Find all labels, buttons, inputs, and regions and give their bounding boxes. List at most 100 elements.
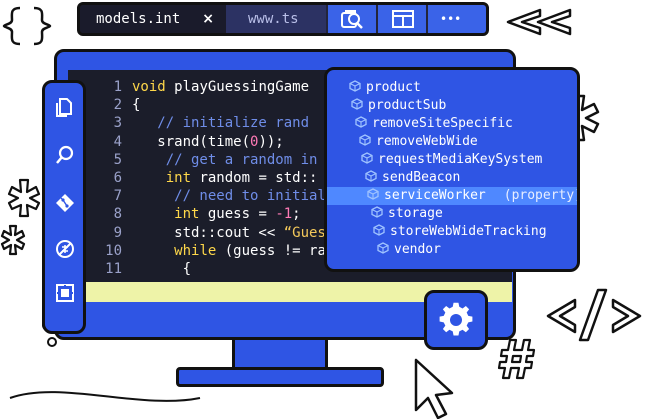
line-number: 1	[113, 79, 122, 95]
layout-button[interactable]	[376, 5, 426, 33]
search-replace-button[interactable]	[326, 5, 376, 33]
search-icon[interactable]	[55, 145, 75, 165]
cube-icon	[355, 116, 367, 128]
code-line: 10 while (guess != ra	[96, 242, 326, 260]
suggestion-label: requestMediaKeySystem	[378, 152, 543, 167]
cube-icon	[349, 80, 361, 92]
code-token: “Gues	[283, 224, 326, 241]
code-line: 6 int random = std::	[96, 169, 326, 187]
line-number: 2	[113, 97, 122, 114]
code-token: -1	[275, 206, 293, 223]
extensions-icon[interactable]	[55, 283, 75, 303]
suggestion-label: storage	[388, 206, 443, 221]
code-token: // get a random in	[132, 151, 318, 168]
suggestion-item[interactable]: sendBeacon	[327, 169, 577, 187]
cube-icon	[351, 98, 363, 110]
cube-icon	[367, 188, 379, 200]
cube-icon	[373, 224, 385, 236]
code-line: 8 int guess = -1;	[96, 205, 326, 223]
code-editor[interactable]: 1 void playGuessingGame 2{3 // initialize …	[96, 78, 326, 278]
code-token: guess =	[199, 206, 276, 223]
search-replace-icon	[341, 10, 363, 29]
chevrons-doodle	[506, 8, 572, 36]
code-token: while	[174, 242, 217, 259]
code-tag-doodle	[546, 288, 642, 342]
code-token: {	[132, 97, 141, 114]
code-line: 2{	[96, 96, 326, 114]
tab-label: models.int	[96, 11, 181, 27]
suggestion-label: storeWebWideTracking	[390, 224, 547, 239]
tab-bar: models.int × www.ts •••	[77, 2, 489, 36]
monitor-base	[176, 367, 384, 387]
line-number: 3	[113, 115, 122, 132]
asterisk-doodle-left	[0, 178, 41, 256]
code-line: 3 // initialize rand	[96, 114, 326, 132]
code-token: ));	[258, 133, 284, 150]
suggestion-item[interactable]: storeWebWideTracking	[327, 223, 577, 241]
cube-icon	[377, 242, 389, 254]
activity-bar	[42, 80, 86, 334]
suggestion-item[interactable]: product	[327, 79, 577, 97]
close-icon[interactable]: ×	[202, 5, 214, 33]
braces-doodle	[2, 6, 52, 46]
tab-label: www.ts	[248, 11, 299, 27]
suggestion-item[interactable]: removeSiteSpecific	[327, 115, 577, 133]
squiggle-doodle	[9, 391, 201, 402]
code-token: {	[132, 261, 192, 278]
tab-models-int[interactable]: models.int ×	[80, 5, 226, 33]
code-token: int	[174, 206, 200, 223]
line-number: 5	[113, 151, 122, 168]
suggestion-label: removeWebWide	[376, 134, 478, 149]
code-token: ;	[292, 206, 301, 223]
line-number: 10	[105, 242, 122, 259]
line-number: 4	[113, 133, 122, 150]
line-number: 11	[105, 261, 122, 278]
code-token: random = std::	[191, 170, 318, 187]
code-token: playGuessingGame	[174, 79, 310, 95]
hash-doodle	[497, 338, 536, 380]
mouse-cursor-icon	[414, 358, 454, 419]
settings-button[interactable]	[424, 290, 488, 350]
code-token: // need to initial	[132, 188, 326, 205]
code-token: // initialize rand	[132, 115, 310, 132]
suggestion-item[interactable]: vendor	[327, 241, 577, 259]
cube-icon	[361, 152, 373, 164]
debug-icon[interactable]	[55, 239, 75, 259]
gear-icon	[439, 302, 473, 336]
layout-icon	[392, 10, 414, 28]
suggestion-item[interactable]: storage	[327, 205, 577, 223]
code-token: void	[132, 79, 175, 95]
code-token: int	[165, 170, 192, 187]
line-number: 7	[113, 188, 122, 205]
more-icon: •••	[440, 12, 462, 26]
cube-icon	[359, 134, 371, 146]
code-line: 1 void playGuessingGame	[96, 78, 326, 96]
suggestion-label: removeSiteSpecific	[372, 116, 513, 131]
code-line: 11 {	[96, 260, 326, 278]
line-number: 8	[113, 206, 122, 223]
suggestion-label: product	[366, 80, 421, 95]
suggestion-item[interactable]: requestMediaKeySystem	[327, 151, 577, 169]
code-line: 4 srand(time(0));	[96, 133, 326, 151]
suggestion-item[interactable]: removeWebWide	[327, 133, 577, 151]
source-control-icon[interactable]	[55, 193, 75, 213]
suggestion-widget: product productSub removeSiteSpecific remov…	[324, 67, 580, 272]
tab-www-ts[interactable]: www.ts	[226, 5, 326, 33]
code-line: 7 // need to initial	[96, 187, 326, 205]
line-number: 9	[113, 224, 122, 241]
code-token: srand(time(	[132, 133, 251, 150]
suggestion-item[interactable]: serviceWorker (property)	[327, 187, 580, 205]
code-line: 9 std::cout << “Gues	[96, 224, 326, 242]
suggestion-detail: (property)	[503, 188, 580, 203]
suggestion-item[interactable]: productSub	[327, 97, 577, 115]
suggestion-label: productSub	[368, 98, 447, 113]
more-button[interactable]: •••	[426, 5, 486, 33]
code-token: (guess != ra	[216, 242, 326, 259]
suggestion-label: serviceWorker	[384, 188, 486, 203]
files-icon[interactable]	[55, 97, 75, 117]
code-line: 5 // get a random in	[96, 151, 326, 169]
cube-icon	[371, 206, 383, 218]
